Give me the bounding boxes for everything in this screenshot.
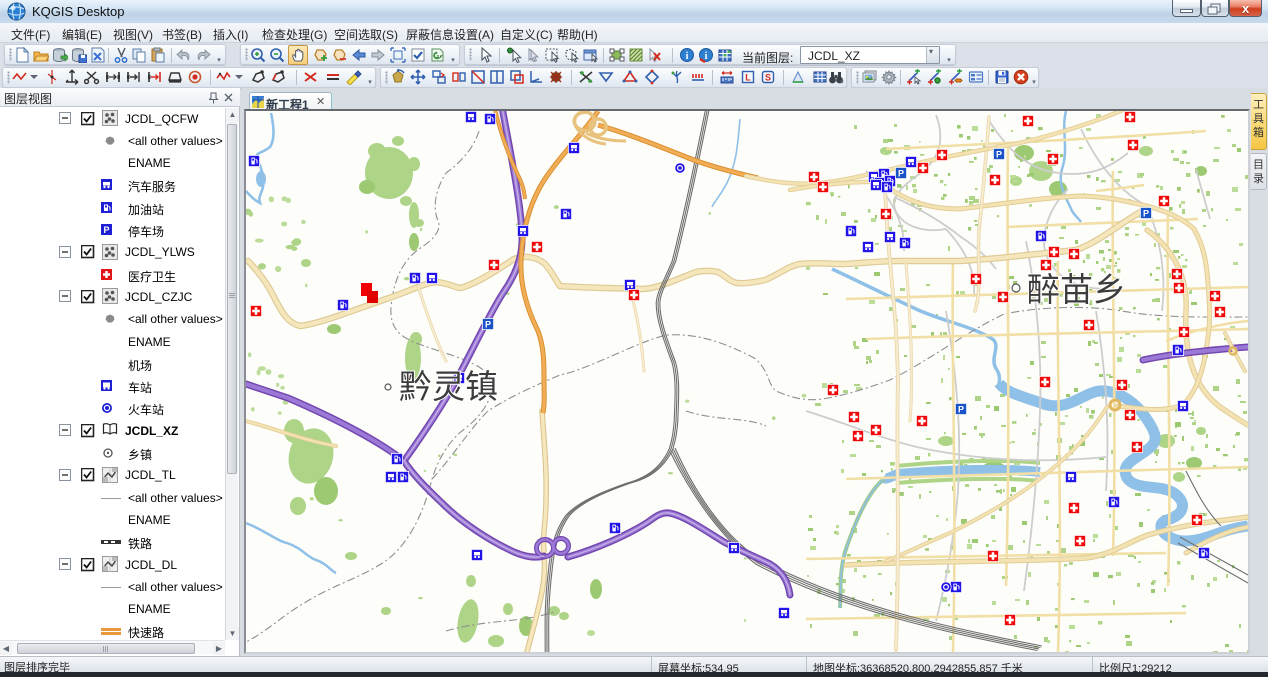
svg-text:P: P <box>898 168 904 178</box>
svg-text:P: P <box>958 404 964 414</box>
svg-text:i: i <box>686 51 689 62</box>
svg-text:P: P <box>485 319 491 329</box>
svg-text:黔灵镇: 黔灵镇 <box>399 369 498 406</box>
svg-text:P: P <box>996 149 1002 159</box>
svg-text:醉苗乡: 醉苗乡 <box>1027 272 1126 309</box>
svg-text:i: i <box>705 51 708 62</box>
svg-text:P: P <box>103 225 109 235</box>
svg-text:S: S <box>765 73 771 83</box>
svg-text:P: P <box>1143 208 1149 218</box>
svg-text:L: L <box>745 73 751 83</box>
